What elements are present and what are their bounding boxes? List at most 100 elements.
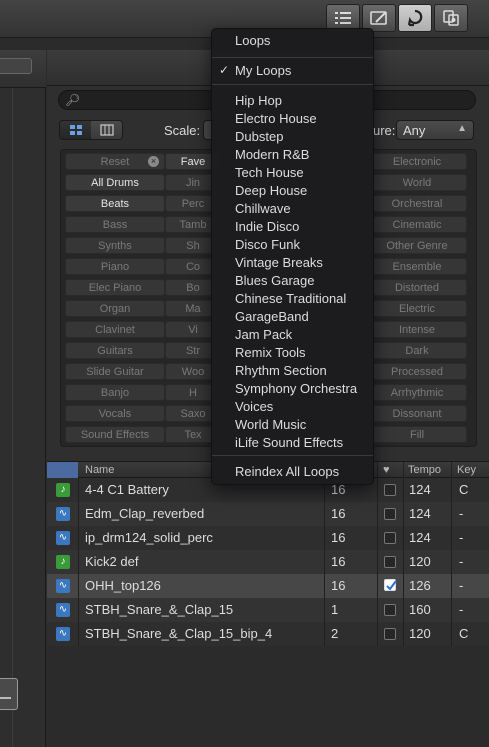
table-row[interactable]: ∿ Edm_Clap_reverbed 16 124 - [47,502,489,526]
loop-tempo: 124 [409,506,431,521]
keyword-label: Arrhythmic [390,386,444,399]
keyword-button[interactable]: World [367,174,467,191]
signature-popup[interactable]: Any ▲︎ [396,120,474,140]
loop-browser-icon [407,9,423,27]
ruler [0,50,46,88]
keyword-button[interactable]: Distorted [367,279,467,296]
keyword-button[interactable]: Banjo [65,384,165,401]
keyword-button[interactable]: Bass [65,216,165,233]
keyword-button[interactable]: Beats [65,195,165,212]
midi-loop-icon: ♪ [56,555,70,569]
menu-item[interactable]: Tech House [235,165,304,180]
menu-item-my-loops[interactable]: My Loops [235,63,291,78]
loop-browser-button[interactable] [398,4,432,32]
keyword-button[interactable]: Electric [367,300,467,317]
menu-item[interactable]: Electro House [235,111,317,126]
loop-tempo: 160 [409,602,431,617]
menu-item[interactable]: Disco Funk [235,237,300,252]
menu-item[interactable]: Hip Hop [235,93,282,108]
column-divider [403,622,404,646]
favorite-column-header[interactable]: ♥ [383,464,390,476]
keyword-button[interactable]: Organ [65,300,165,317]
favorite-checkbox[interactable] [384,484,396,496]
keyword-button[interactable]: Dissonant [367,405,467,422]
favorite-checkbox[interactable] [384,604,396,616]
keyword-button[interactable]: Reset × [65,153,165,170]
keyword-label: Slide Guitar [86,365,144,378]
keyword-button[interactable]: Sound Effects [65,426,165,443]
loop-key: - [459,506,464,521]
keyword-label: Co [185,260,201,273]
favorite-checkbox[interactable] [384,556,396,568]
menu-item[interactable]: Chinese Traditional [235,291,346,306]
keyword-label: Clavinet [95,323,135,336]
keyword-button[interactable]: Slide Guitar [65,363,165,380]
keyword-button[interactable]: Vocals [65,405,165,422]
menu-separator [212,57,373,58]
keyword-button[interactable]: Arrhythmic [367,384,467,401]
favorite-checkbox[interactable] [384,508,396,520]
menu-item[interactable]: Indie Disco [235,219,299,234]
menu-item[interactable]: Modern R&B [235,147,309,162]
keyword-button[interactable]: Orchestral [367,195,467,212]
keyword-label: Piano [100,260,130,273]
menu-item[interactable]: Rhythm Section [235,363,327,378]
tracks-area-edge [0,50,46,747]
menu-item[interactable]: Jam Pack [235,327,292,342]
keyword-button[interactable]: All Drums [65,174,165,191]
menu-item[interactable]: GarageBand [235,309,309,324]
keyword-button[interactable]: Intense [367,321,467,338]
menu-item[interactable]: Vintage Breaks [235,255,323,270]
favorite-checkbox[interactable] [384,628,396,640]
keyword-button[interactable]: Fill [367,426,467,443]
name-column-header[interactable]: Name [85,464,114,476]
keyword-button[interactable]: Electronic [367,153,467,170]
ruler-handle[interactable] [0,58,32,74]
reset-clear-icon[interactable]: × [148,156,159,167]
menu-item[interactable]: Dubstep [235,129,283,144]
audio-region[interactable] [0,678,18,710]
keyword-button[interactable]: Synths [65,237,165,254]
loop-tempo: 124 [409,482,431,497]
key-column-header[interactable]: Key [457,464,476,476]
keyword-button[interactable]: Clavinet [65,321,165,338]
menu-item[interactable]: World Music [235,417,306,432]
table-row[interactable]: ∿ OHH_top126 16 126 - [47,574,489,598]
menu-header: Loops [235,33,271,48]
table-row[interactable]: ∿ ip_drm124_solid_perc 16 124 - [47,526,489,550]
menu-separator [212,455,373,456]
keyword-button[interactable]: Dark [367,342,467,359]
media-browser-button[interactable] [434,4,468,32]
media-browser-icon [443,10,459,26]
menu-item[interactable]: Blues Garage [235,273,315,288]
keyword-label: Organ [99,302,131,315]
keyword-label: Fill [409,428,425,441]
table-row[interactable]: ∿ STBH_Snare_&_Clap_15 1 160 - [47,598,489,622]
menu-item[interactable]: iLife Sound Effects [235,435,343,450]
keyword-button[interactable]: Guitars [65,342,165,359]
column-view-button[interactable] [91,121,122,139]
favorite-checkbox[interactable] [384,579,397,591]
menu-item[interactable]: Remix Tools [235,345,306,360]
keyword-button[interactable]: Processed [367,363,467,380]
keyword-button[interactable]: Piano [65,258,165,275]
menu-item[interactable]: Deep House [235,183,307,198]
loop-name: ip_drm124_solid_perc [85,530,213,545]
table-row[interactable]: ♪ Kick2 def 16 120 - [47,550,489,574]
keyword-button[interactable]: Elec Piano [65,279,165,296]
keyword-button[interactable]: Other Genre [367,237,467,254]
menu-separator [212,84,373,85]
menu-item[interactable]: Symphony Orchestra [235,381,357,396]
menu-item[interactable]: Voices [235,399,273,414]
button-view-button[interactable] [60,121,91,139]
keyword-button[interactable]: Cinematic [367,216,467,233]
waveform-icon [0,697,11,699]
keyword-button[interactable]: Ensemble [367,258,467,275]
table-row[interactable]: ∿ STBH_Snare_&_Clap_15_bip_4 2 120 C [47,622,489,646]
type-column-header[interactable] [47,462,78,478]
menu-item-reindex[interactable]: Reindex All Loops [235,464,339,479]
loop-name: OHH_top126 [85,578,161,593]
tempo-column-header[interactable]: Tempo [408,464,441,476]
favorite-checkbox[interactable] [384,532,396,544]
menu-item[interactable]: Chillwave [235,201,291,216]
